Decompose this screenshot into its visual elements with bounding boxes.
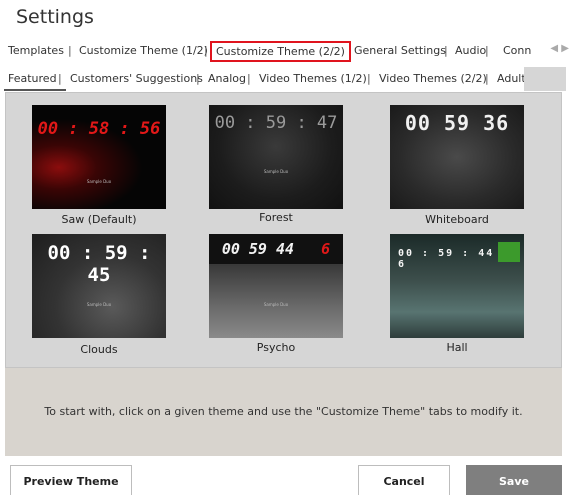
thumbnail-clock: 00 59 36	[404, 111, 510, 135]
thumbnail-sample-text: Sample Duo	[263, 302, 289, 307]
thumbnail-sample-text: Sample Duo	[86, 302, 112, 307]
tab-templates[interactable]: Templates	[8, 44, 64, 57]
tab-separator: |	[444, 44, 448, 57]
window-title: Settings	[16, 6, 94, 28]
info-panel: To start with, click on a given theme an…	[5, 368, 562, 456]
thumbnail-clock-accent: 6	[321, 240, 331, 258]
main-tab-bar: Templates | Customize Theme (1/2) | Cust…	[0, 41, 573, 63]
tab-general-settings[interactable]: General Settings	[354, 44, 446, 57]
tab-customize-theme-2[interactable]: Customize Theme (2/2)	[210, 41, 351, 62]
theme-name-saw: Saw (Default)	[61, 213, 137, 226]
subtab-adult[interactable]: Adult	[497, 72, 524, 85]
theme-thumbnail-saw[interactable]: 00 : 58 : 56 Sample Duo	[32, 105, 166, 209]
tab-separator: |	[68, 44, 72, 57]
preview-theme-button[interactable]: Preview Theme	[10, 465, 132, 495]
tab-conn[interactable]: Conn	[503, 44, 531, 57]
theme-thumbnail-forest[interactable]: 00 : 59 : 47 Sample Duo	[209, 105, 343, 209]
subtab-analog[interactable]: Analog	[208, 72, 246, 85]
thumbnail-green-panel	[498, 242, 520, 262]
tab-customize-theme-1[interactable]: Customize Theme (1/2)	[79, 44, 208, 57]
theme-name-hall: Hall	[446, 341, 468, 354]
thumbnail-sample-text: Sample Duo	[86, 179, 112, 184]
tab-separator: |	[485, 44, 489, 57]
tab-separator: |	[58, 72, 62, 85]
chevron-right-icon[interactable]: ▶	[561, 43, 569, 54]
sub-tab-bar: Featured | Customers' Suggestions | Anal…	[0, 67, 524, 91]
tab-separator: |	[485, 72, 489, 85]
subtab-featured[interactable]: Featured	[8, 72, 57, 85]
subtab-bar-filler	[524, 67, 566, 91]
theme-name-whiteboard: Whiteboard	[425, 213, 489, 226]
tab-separator: |	[367, 72, 371, 85]
tab-scroll-arrows: ◀ ▶	[546, 43, 569, 54]
tab-separator: |	[247, 72, 251, 85]
tab-separator: |	[204, 44, 208, 57]
thumbnail-clock: 00 : 58 : 56	[37, 119, 161, 139]
save-button[interactable]: Save	[466, 465, 562, 495]
chevron-left-icon[interactable]: ◀	[550, 43, 558, 54]
tab-audio[interactable]: Audio	[455, 44, 486, 57]
theme-thumbnail-whiteboard[interactable]: 00 59 36	[390, 105, 524, 209]
thumbnail-clock: 00 59 44 6	[209, 240, 343, 258]
tab-separator: |	[196, 72, 200, 85]
subtab-video-themes-1[interactable]: Video Themes (1/2)	[259, 72, 367, 85]
cancel-button[interactable]: Cancel	[358, 465, 450, 495]
thumbnail-clock: 00 : 59 : 45	[47, 242, 151, 286]
thumbnail-clock: 00 : 59 : 47	[214, 113, 338, 133]
info-text: To start with, click on a given theme an…	[44, 405, 523, 418]
theme-thumbnail-psycho[interactable]: 00 59 44 6 Sample Duo	[209, 234, 343, 338]
thumbnail-clock-digits: 00 59 44	[221, 240, 295, 258]
theme-thumbnail-hall[interactable]: 00 : 59 : 44 : 6	[390, 234, 524, 338]
subtab-video-themes-2[interactable]: Video Themes (2/2)	[379, 72, 487, 85]
theme-thumbnail-clouds[interactable]: 00 : 59 : 45 Sample Duo	[32, 234, 166, 338]
theme-name-psycho: Psycho	[256, 341, 296, 354]
active-subtab-indicator	[4, 89, 66, 91]
subtab-customers-suggestions[interactable]: Customers' Suggestions	[70, 72, 203, 85]
thumbnail-sample-text: Sample Duo	[263, 169, 289, 174]
theme-name-forest: Forest	[259, 211, 293, 224]
theme-gallery: 00 : 58 : 56 Sample Duo Saw (Default) 00…	[5, 92, 562, 368]
theme-name-clouds: Clouds	[80, 343, 118, 356]
